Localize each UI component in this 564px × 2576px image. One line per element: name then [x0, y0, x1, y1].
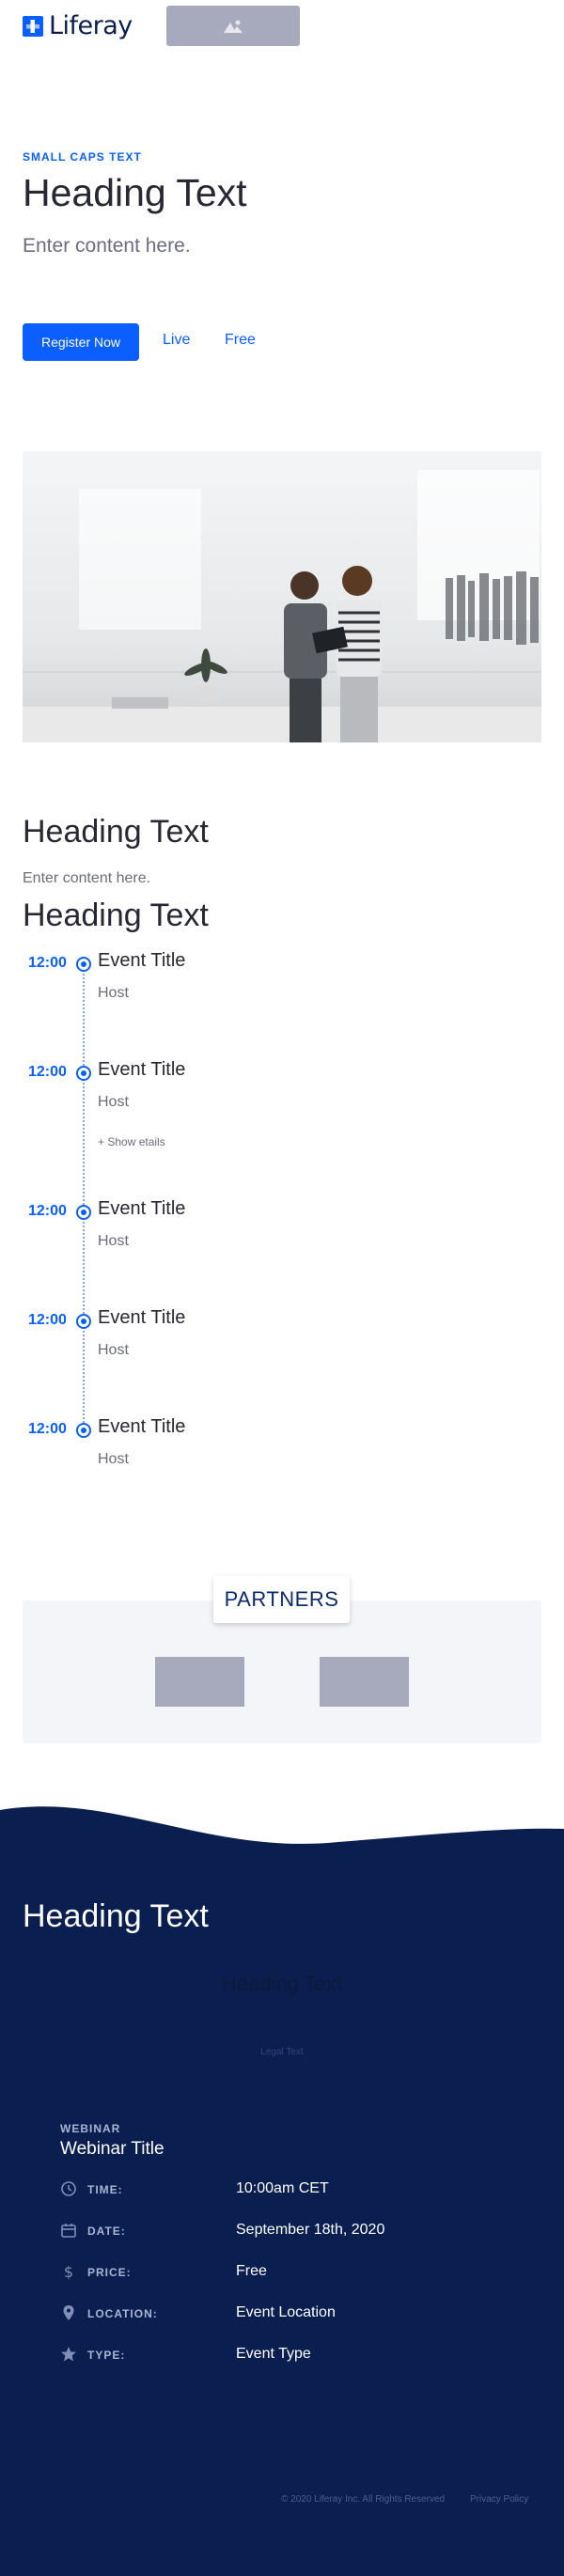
hero-photo: [23, 451, 541, 742]
image-icon: [224, 20, 243, 33]
hero-title: Heading Text: [23, 171, 247, 214]
event-host: Host: [98, 1233, 129, 1249]
event-time: 12:00: [28, 1064, 67, 1080]
privacy-policy-link[interactable]: Privacy Policy: [470, 2494, 528, 2505]
agenda-heading: Heading Text: [23, 814, 209, 850]
event-time: 12:00: [28, 955, 67, 971]
timeline-dot-icon: [76, 1066, 91, 1081]
info-value: 10:00am CET: [236, 2180, 329, 2196]
hero-lead: Enter content here.: [23, 235, 191, 257]
image-placeholder: [166, 6, 300, 46]
info-row-location: LOCATION: Event Location: [60, 2303, 511, 2325]
store-photo-illustration: [23, 451, 541, 742]
info-row-time: TIME: 10:00am CET: [60, 2178, 511, 2201]
info-label: DATE:: [87, 2225, 126, 2238]
event-title: Event Title: [98, 1307, 186, 1328]
top-bar: Liferay: [0, 0, 564, 56]
webinar-kicker: WEBINAR: [60, 2122, 121, 2135]
event-title: Event Title: [98, 950, 186, 971]
calendar-icon: [61, 2224, 76, 2238]
event-host: Host: [98, 1451, 129, 1467]
event-time: 12:00: [28, 1203, 67, 1219]
info-row-date: DATE: September 18th, 2020: [60, 2220, 511, 2242]
register-now-button[interactable]: Register Now: [23, 323, 139, 361]
timeline-dot-icon: [76, 1423, 91, 1438]
timeline-dot-icon: [76, 1205, 91, 1220]
liferay-logo[interactable]: Liferay: [23, 11, 133, 40]
clock-icon: [61, 2181, 76, 2196]
svg-text:$: $: [64, 2263, 73, 2280]
partner-logo[interactable]: [320, 1657, 409, 1707]
legal-text: Legal Text: [260, 2047, 304, 2057]
event-title: Event Title: [98, 1059, 186, 1080]
event-time: 12:00: [28, 1421, 67, 1437]
info-label: TIME:: [87, 2183, 123, 2196]
event-host: Host: [98, 985, 129, 1001]
footer-section: [0, 1847, 564, 2576]
info-value: Free: [236, 2263, 267, 2279]
footer-wave: [0, 1806, 564, 1851]
event-host: Host: [98, 1342, 129, 1358]
info-label: TYPE:: [87, 2349, 126, 2362]
free-link[interactable]: Free: [225, 332, 256, 349]
liferay-logo-icon: [23, 15, 43, 37]
info-value: Event Location: [236, 2304, 336, 2320]
schedule-heading: Heading Text: [23, 898, 209, 933]
footer-subheading: Heading Text: [221, 1972, 342, 1995]
info-label: LOCATION:: [87, 2307, 158, 2320]
logo-text: Liferay: [49, 11, 133, 40]
live-link[interactable]: Live: [163, 332, 190, 349]
info-value: Event Type: [236, 2346, 311, 2362]
info-value: September 18th, 2020: [236, 2222, 385, 2238]
show-details-link[interactable]: + Show etails: [98, 1135, 165, 1148]
location-pin-icon: [63, 2305, 74, 2320]
info-row-type: TYPE: Event Type: [60, 2344, 511, 2366]
partners-label: PARTNERS: [213, 1576, 350, 1623]
event-title: Event Title: [98, 1198, 186, 1219]
copyright-text: © 2020 Liferay Inc. All Rights Reserved: [281, 2494, 446, 2505]
info-row-price: $ PRICE: Free: [60, 2261, 511, 2284]
event-time: 12:00: [28, 1312, 67, 1328]
info-label: PRICE:: [87, 2266, 132, 2279]
agenda-subtitle: Enter content here.: [23, 870, 151, 886]
timeline-dot-icon: [76, 957, 91, 972]
timeline-line: [83, 963, 85, 1433]
partner-logo[interactable]: [155, 1657, 244, 1707]
hero-kicker: SMALL CAPS TEXT: [23, 150, 142, 164]
event-title: Event Title: [98, 1416, 186, 1437]
dollar-icon: $: [64, 2263, 73, 2280]
webinar-title: Webinar Title: [60, 2139, 164, 2159]
footer-heading: Heading Text: [23, 1898, 209, 1934]
timeline-dot-icon: [76, 1314, 91, 1329]
event-host: Host: [98, 1094, 129, 1110]
star-icon: [61, 2347, 76, 2362]
